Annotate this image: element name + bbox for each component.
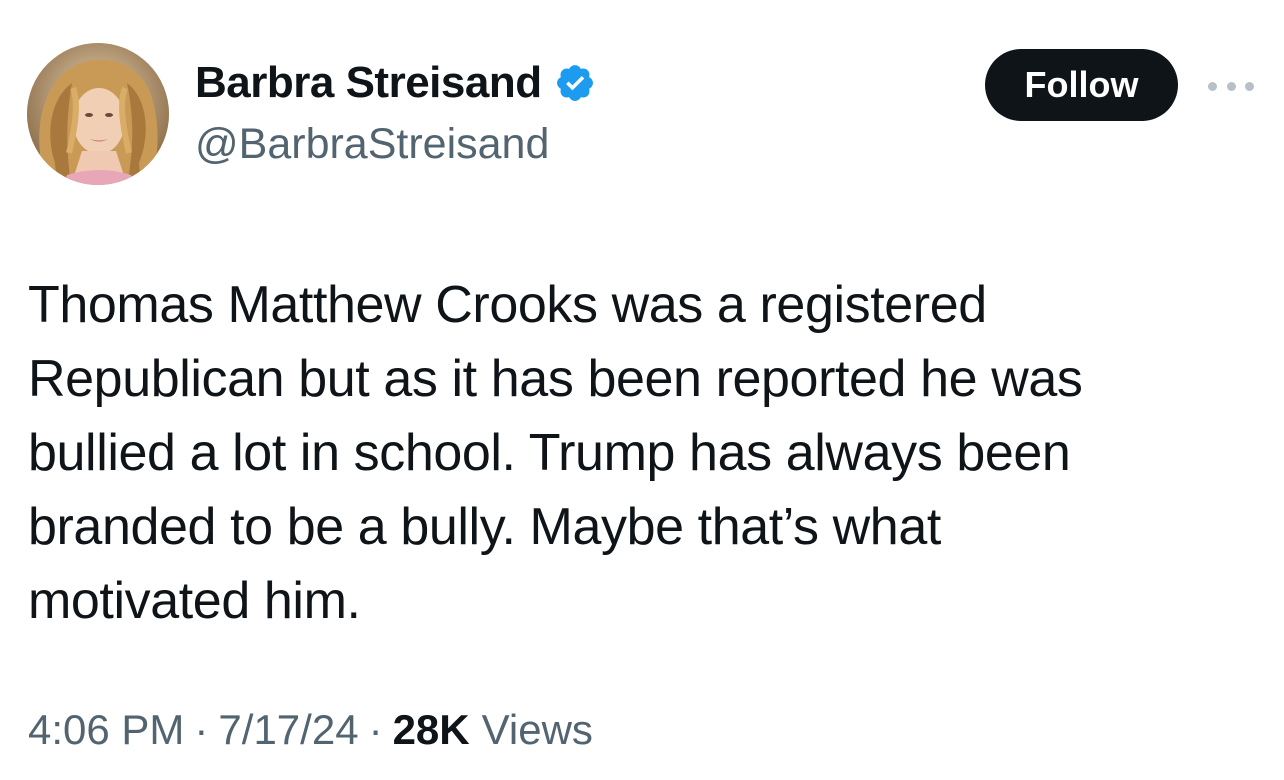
meta-separator: · <box>368 706 383 753</box>
author-handle[interactable]: @BarbraStreisand <box>195 120 549 169</box>
more-dot <box>1226 81 1236 91</box>
verified-badge-icon <box>554 62 596 104</box>
avatar[interactable] <box>27 43 169 185</box>
author-name-row: Barbra Streisand <box>195 58 596 108</box>
tweet-date[interactable]: 7/17/24 <box>218 706 358 754</box>
more-dot <box>1245 81 1254 91</box>
tweet-meta: 4:06 PM · 7/17/24 · 28K Views <box>28 706 593 754</box>
author-display-name[interactable]: Barbra Streisand <box>195 58 542 108</box>
views-label: Views <box>481 706 593 753</box>
avatar-photo <box>27 43 169 185</box>
follow-button[interactable]: Follow <box>985 49 1178 121</box>
views-count[interactable]: 28K <box>393 706 470 754</box>
tweet-time[interactable]: 4:06 PM <box>28 706 184 754</box>
tweet-text: Thomas Matthew Crooks was a registered R… <box>28 276 1083 630</box>
meta-separator: · <box>194 706 209 753</box>
more-horizontal-icon[interactable] <box>1208 72 1254 100</box>
tweet-card: Barbra Streisand @BarbraStreisand Follow… <box>0 0 1284 780</box>
more-dot <box>1208 81 1217 91</box>
